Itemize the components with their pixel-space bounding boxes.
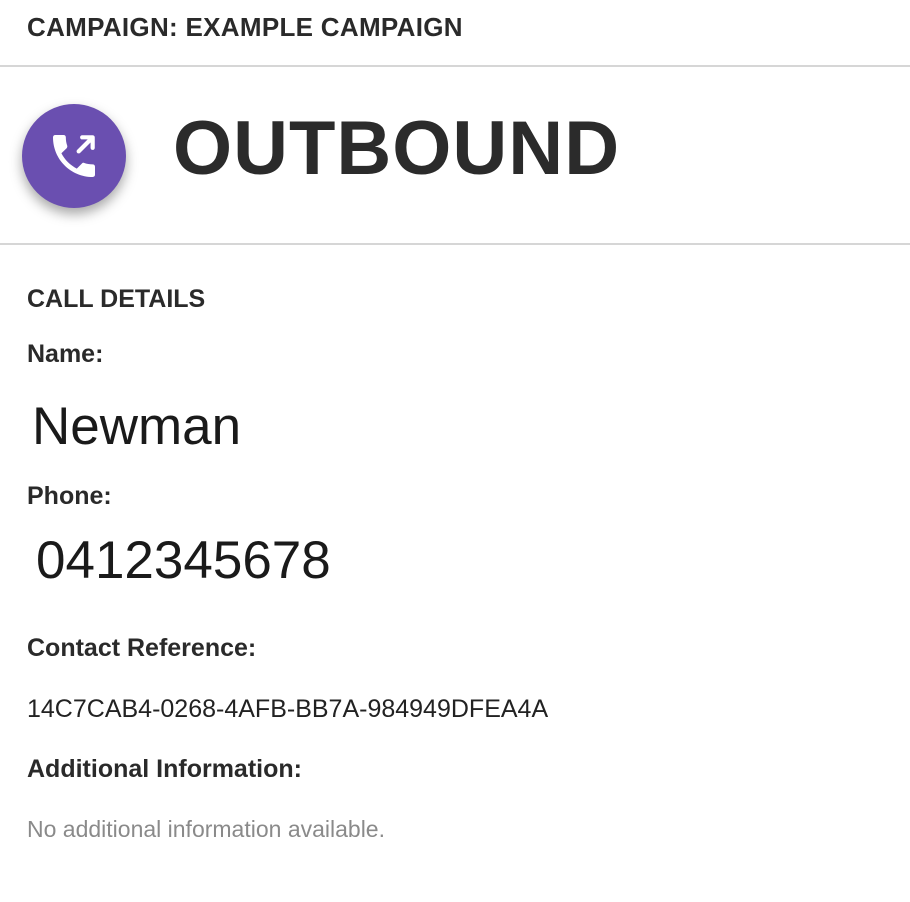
additional-info-value: No additional information available. [27,816,385,842]
name-value: Newman [32,397,242,456]
campaign-title: CAMPAIGN: EXAMPLE CAMPAIGN [27,12,463,42]
phone-outgoing-icon [53,135,95,177]
call-direction-label: OUTBOUND [173,106,621,191]
phone-value: 0412345678 [36,531,331,590]
call-direction-banner: OUTBOUND [0,67,910,245]
phone-label: Phone: [27,482,112,510]
contact-reference-label: Contact Reference: [27,634,257,662]
campaign-header: CAMPAIGN: EXAMPLE CAMPAIGN [0,0,910,67]
outbound-call-icon [22,104,126,208]
contact-reference-value: 14C7CAB4-0268-4AFB-BB7A-984949DFEA4A [27,695,549,723]
call-details-heading: CALL DETAILS [27,285,206,313]
name-label: Name: [27,340,104,368]
additional-info-label: Additional Information: [27,755,302,783]
